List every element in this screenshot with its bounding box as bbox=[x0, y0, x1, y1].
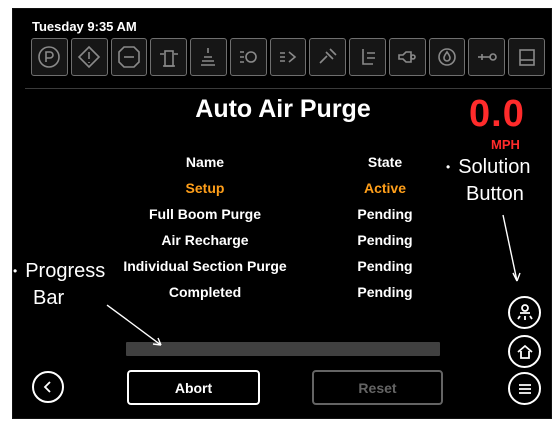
pressure-icon bbox=[269, 38, 307, 76]
hydraulic-icon bbox=[229, 38, 267, 76]
speed-unit: MPH bbox=[491, 137, 520, 152]
sprayer-icon bbox=[349, 38, 386, 76]
header-divider bbox=[25, 88, 551, 89]
status-icon-bar bbox=[31, 38, 545, 80]
table-header-row: Name State bbox=[105, 149, 455, 175]
state-column-header: State bbox=[367, 154, 403, 170]
solution-icon bbox=[516, 303, 533, 320]
table-row: Full Boom Purge Pending bbox=[105, 201, 455, 227]
page-title: Auto Air Purge bbox=[195, 95, 371, 123]
step-name: Air Recharge bbox=[161, 232, 249, 248]
table-row: Setup Active bbox=[105, 175, 455, 201]
menu-icon bbox=[518, 383, 531, 394]
name-column-header: Name bbox=[185, 154, 225, 170]
reset-button[interactable]: Reset bbox=[312, 370, 443, 405]
status-datetime: Tuesday 9:35 AM bbox=[32, 19, 137, 34]
left-arrow-icon bbox=[43, 381, 51, 393]
abort-button[interactable]: Abort bbox=[127, 370, 260, 405]
table-row: Air Recharge Pending bbox=[105, 227, 455, 253]
progress-bar-callout: • Progress Bar bbox=[13, 258, 105, 312]
solution-callout-line1: Solution bbox=[458, 156, 531, 178]
warning-diamond-icon bbox=[70, 38, 108, 76]
step-state: Pending bbox=[357, 258, 413, 274]
step-name: Setup bbox=[185, 180, 225, 196]
table-row: Completed Pending bbox=[105, 279, 455, 305]
solution-button[interactable] bbox=[508, 296, 541, 329]
oil-icon bbox=[428, 38, 466, 76]
fuel-tank-icon bbox=[508, 38, 545, 76]
home-button[interactable] bbox=[508, 335, 541, 368]
progress-bar bbox=[126, 342, 440, 356]
step-state: Active bbox=[363, 180, 407, 196]
back-button[interactable] bbox=[32, 371, 64, 403]
fluid-level-icon bbox=[190, 38, 227, 76]
stop-octagon-icon bbox=[110, 38, 148, 76]
solution-callout-line2: Button bbox=[466, 183, 524, 206]
boom-icon bbox=[468, 38, 506, 76]
parking-brake-icon bbox=[31, 38, 68, 76]
display-screen: Tuesday 9:35 AM Auto Air Purge 0.0 MPH N… bbox=[12, 8, 552, 419]
purge-status-table: Name State Setup Active Full Boom Purge … bbox=[105, 149, 455, 305]
progress-callout-line1: Progress bbox=[25, 260, 106, 282]
speed-value: 0.0 bbox=[469, 93, 525, 135]
step-name: Individual Section Purge bbox=[123, 258, 287, 274]
solution-button-callout: • Solution Button bbox=[446, 154, 530, 208]
home-icon bbox=[516, 344, 533, 359]
table-row: Individual Section Purge Pending bbox=[105, 253, 455, 279]
engine-icon bbox=[388, 38, 426, 76]
step-name: Full Boom Purge bbox=[149, 206, 261, 222]
progress-callout-line2: Bar bbox=[33, 287, 65, 310]
menu-button[interactable] bbox=[508, 372, 541, 405]
step-state: Pending bbox=[357, 206, 413, 222]
step-state: Pending bbox=[357, 232, 413, 248]
service-icon bbox=[309, 38, 347, 76]
tank-icon bbox=[150, 38, 188, 76]
step-state: Pending bbox=[357, 284, 413, 300]
step-name: Completed bbox=[168, 284, 242, 300]
